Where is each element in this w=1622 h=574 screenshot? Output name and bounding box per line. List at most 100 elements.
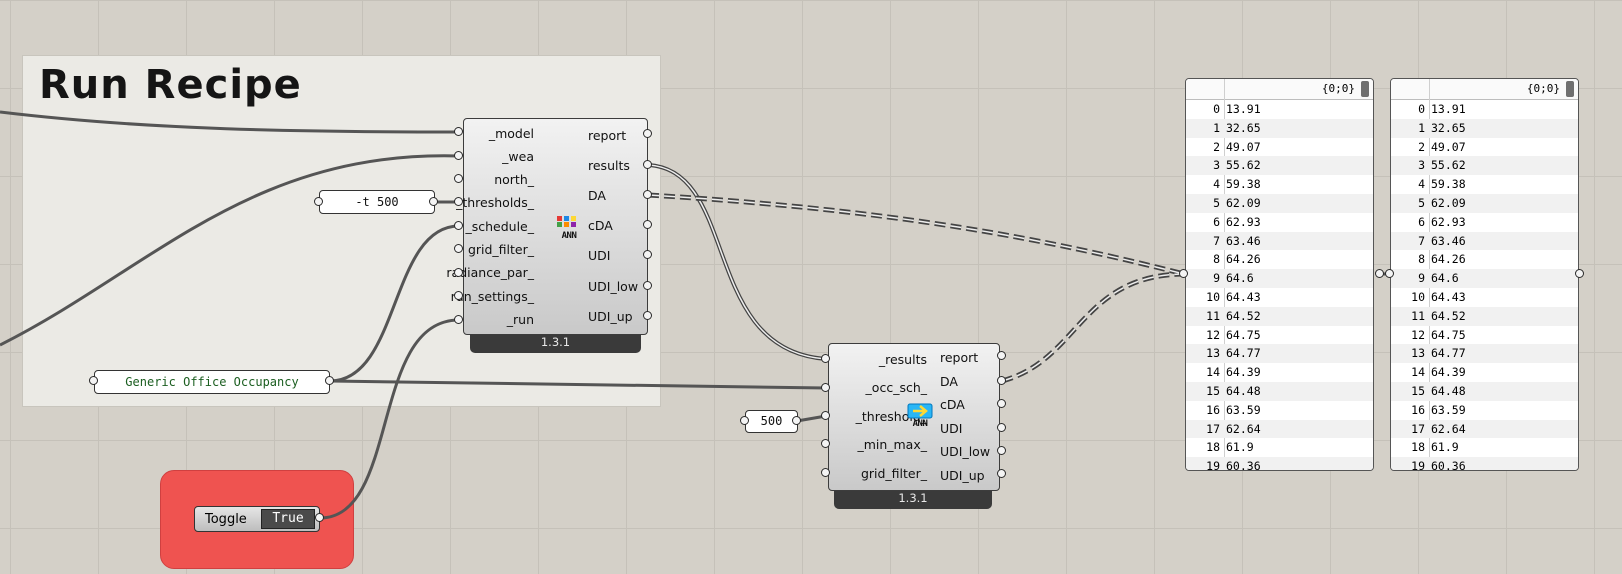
connection-grip[interactable]: [454, 268, 463, 277]
row-value: 64.6: [1226, 271, 1254, 286]
row-index: 17: [1411, 421, 1425, 436]
connection-grip[interactable]: [314, 197, 323, 206]
input-north[interactable]: north_: [494, 173, 534, 187]
connection-grip[interactable]: [997, 446, 1006, 455]
list-item: 1 32.65: [1391, 118, 1578, 138]
tree-path: {0;0}: [1526, 82, 1560, 95]
list-item: 8 64.26: [1186, 250, 1373, 269]
connection-grip[interactable]: [454, 174, 463, 183]
list-item: 12 64.75: [1391, 326, 1578, 345]
row-index: 18: [1411, 440, 1425, 455]
output-report[interactable]: report: [588, 129, 626, 143]
row-index: 9: [1213, 271, 1220, 286]
input-run[interactable]: _run: [507, 313, 534, 327]
toggle-label: Toggle: [205, 512, 247, 527]
connection-grip[interactable]: [454, 197, 463, 206]
connection-grip[interactable]: [821, 439, 830, 448]
connection-grip[interactable]: [821, 411, 830, 420]
scrollbar[interactable]: [1566, 81, 1574, 97]
output-udi-low[interactable]: UDI_low: [588, 280, 638, 294]
connection-grip[interactable]: [643, 190, 652, 199]
connection-grip[interactable]: [643, 129, 652, 138]
row-index: 11: [1206, 308, 1220, 323]
connection-grip[interactable]: [454, 151, 463, 160]
input-results[interactable]: _results: [879, 353, 927, 367]
connection-grip[interactable]: [997, 469, 1006, 478]
output-da-2[interactable]: DA: [940, 375, 958, 389]
input-thresholds[interactable]: _thresholds_: [456, 196, 534, 210]
connection-grip[interactable]: [821, 383, 830, 392]
connection-grip[interactable]: [89, 376, 98, 385]
output-cda-2[interactable]: cDA: [940, 398, 965, 412]
connection-grip[interactable]: [997, 399, 1006, 408]
connection-grip[interactable]: [1179, 269, 1188, 278]
input-grid-filter[interactable]: grid_filter_: [468, 243, 534, 257]
list-item: 7 63.46: [1391, 231, 1578, 251]
row-value: 13.91: [1431, 102, 1466, 116]
recipe-icon-text: ANN: [561, 231, 577, 241]
connection-grip[interactable]: [821, 354, 830, 363]
threshold-panel[interactable]: 500: [745, 410, 798, 433]
connection-grip[interactable]: [643, 311, 652, 320]
row-value: 64.39: [1431, 365, 1466, 380]
scrollbar[interactable]: [1361, 81, 1369, 97]
connection-grip[interactable]: [454, 244, 463, 253]
connection-grip[interactable]: [643, 160, 652, 169]
connection-grip[interactable]: [315, 513, 324, 522]
connection-grip[interactable]: [643, 220, 652, 229]
output-cda[interactable]: cDA: [588, 219, 613, 233]
connection-grip[interactable]: [997, 423, 1006, 432]
output-udi[interactable]: UDI: [588, 249, 610, 263]
output-udi-low-2[interactable]: UDI_low: [940, 445, 990, 459]
output-udi-up[interactable]: UDI_up: [588, 310, 633, 324]
input-occ-sch[interactable]: _occ_sch_: [866, 381, 927, 395]
output-panel-2[interactable]: {0;0} 0 13.91 1 32.65 2 49.07 3 55.62 4 59.38 5 62.…: [1390, 78, 1579, 471]
connection-grip[interactable]: [997, 351, 1006, 360]
input-model[interactable]: _model: [489, 127, 534, 141]
row-index: 15: [1411, 383, 1425, 398]
list-item: 8 64.26: [1391, 250, 1578, 269]
da-results-component[interactable]: _results _occ_sch_ _threshold_ _min_max_…: [828, 343, 1000, 491]
input-min-max[interactable]: _min_max_: [857, 438, 927, 452]
connection-grip[interactable]: [643, 250, 652, 259]
boolean-toggle[interactable]: Toggle True: [194, 506, 320, 532]
output-results[interactable]: results: [588, 159, 630, 173]
connection-grip[interactable]: [325, 376, 334, 385]
input-wea[interactable]: _wea: [502, 150, 534, 164]
connection-grip[interactable]: [821, 468, 830, 477]
connection-grip[interactable]: [429, 197, 438, 206]
output-udi-up-2[interactable]: UDI_up: [940, 469, 985, 483]
row-value: 64.48: [1431, 383, 1466, 398]
row-value: 59.38: [1226, 177, 1261, 192]
output-da[interactable]: DA: [588, 189, 606, 203]
connection-grip[interactable]: [1375, 269, 1384, 278]
input-schedule[interactable]: _schedule_: [465, 220, 534, 234]
toggle-value[interactable]: True: [261, 509, 315, 529]
thresholds-panel[interactable]: -t 500: [319, 190, 435, 214]
output-report-2[interactable]: report: [940, 351, 978, 365]
row-index: 8: [1213, 252, 1220, 267]
list-item: 13 64.77: [1186, 344, 1373, 364]
connection-grip[interactable]: [454, 127, 463, 136]
connection-grip[interactable]: [454, 291, 463, 300]
connection-grip[interactable]: [643, 281, 652, 290]
row-index: 11: [1411, 308, 1425, 323]
output-panel-1[interactable]: {0;0} 0 13.91 1 32.65 2 49.07 3 55.62 4 59.38 5 62.…: [1185, 78, 1374, 471]
connection-grip[interactable]: [1385, 269, 1394, 278]
arrow-right-icon: [907, 403, 933, 419]
row-value: 64.77: [1431, 346, 1466, 361]
connection-grip[interactable]: [454, 315, 463, 324]
connection-grip[interactable]: [740, 416, 749, 425]
connection-grip[interactable]: [997, 376, 1006, 385]
row-value: 64.39: [1226, 365, 1261, 380]
connection-grip[interactable]: [1575, 269, 1584, 278]
row-value: 60.36: [1431, 459, 1466, 471]
schedule-panel[interactable]: Generic Office Occupancy: [94, 370, 330, 394]
run-recipe-component[interactable]: _model _wea north_ _thresholds_ _schedul…: [446, 118, 648, 335]
input-grid-filter-2[interactable]: grid_filter_: [861, 467, 927, 481]
connection-grip[interactable]: [454, 221, 463, 230]
connection-grip[interactable]: [792, 416, 801, 425]
output-udi-2[interactable]: UDI: [940, 422, 962, 436]
list-item: 0 13.91: [1391, 100, 1578, 119]
input-run-settings[interactable]: run_settings_: [451, 290, 534, 304]
